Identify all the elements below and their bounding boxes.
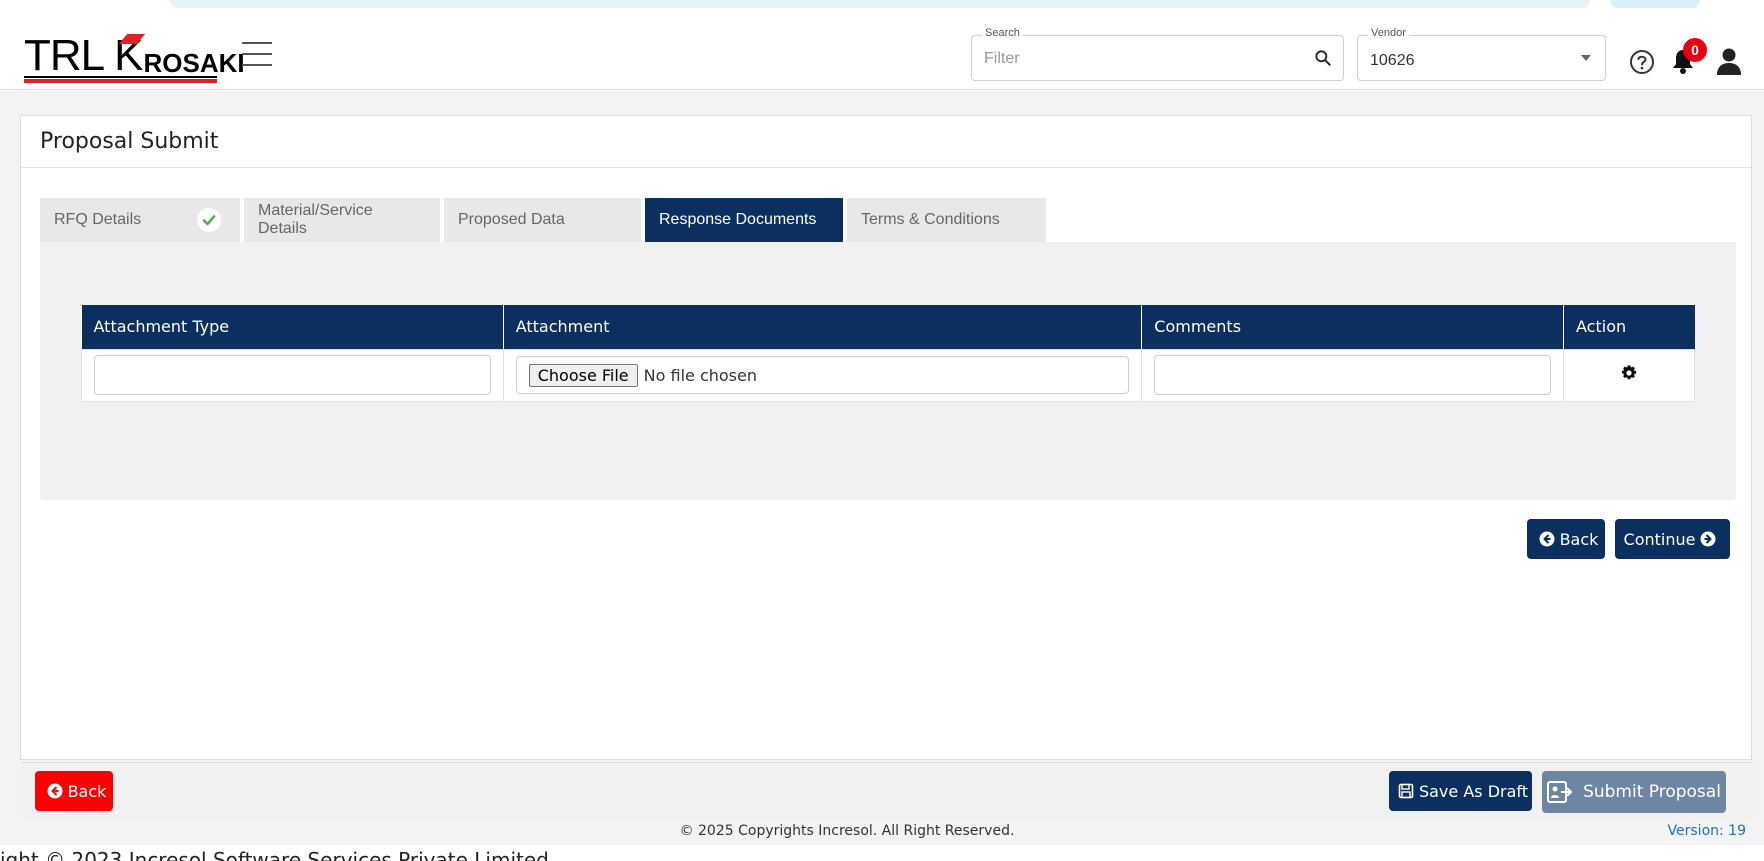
tab-label: RFQ Details: [54, 211, 142, 228]
continue-button[interactable]: Continue: [1615, 519, 1730, 559]
file-input[interactable]: Choose File No file chosen: [515, 356, 1130, 394]
search-input[interactable]: [984, 50, 1304, 68]
save-draft-label: Save As Draft: [1418, 781, 1529, 801]
arrow-left-circle-icon: [1539, 531, 1555, 547]
attachment-cell: Choose File No file chosen: [502, 348, 1143, 402]
attachment-type-cell: [81, 348, 504, 402]
help-icon[interactable]: [1628, 48, 1656, 76]
tab-label: Material/Service Details: [258, 202, 373, 237]
choose-file-button[interactable]: Choose File: [528, 363, 638, 387]
title-divider: [21, 167, 1751, 168]
copyright-text: © 2025 Copyrights Incresol. All Right Re…: [679, 823, 1015, 839]
logo-underline: [24, 76, 217, 78]
vendor-select[interactable]: Vendor 10626: [1357, 27, 1606, 81]
save-as-draft-button[interactable]: Save As Draft: [1389, 771, 1532, 811]
version-text: Version: 19: [1667, 823, 1746, 839]
column-header-attachment: Attachment: [503, 305, 1143, 349]
app-header: TRL K ROSAKI Search Vendor 10626 0: [0, 18, 1764, 90]
save-icon: [1398, 783, 1414, 799]
tab-proposed-data[interactable]: Proposed Data: [444, 198, 641, 242]
back-button-label: Back: [1559, 529, 1599, 549]
top-decoration: [1610, 0, 1700, 8]
proposal-card: Proposal Submit RFQ Details Material/Ser…: [20, 115, 1753, 818]
gear-icon[interactable]: [1620, 364, 1638, 382]
comments-input[interactable]: [1154, 355, 1552, 395]
table-header-row: Attachment Type Attachment Comments Acti…: [81, 305, 1695, 349]
check-icon: [197, 208, 222, 232]
submit-proposal-button[interactable]: Submit Proposal: [1542, 771, 1726, 813]
arrow-right-circle-icon: [1700, 531, 1716, 547]
bottom-copyright-cut: ight © 2023 Incresol Software Services P…: [0, 848, 549, 861]
submit-label: Submit Proposal: [1583, 782, 1721, 802]
back-button[interactable]: Back: [1527, 519, 1605, 559]
search-icon[interactable]: [1313, 48, 1333, 68]
tab-terms-conditions[interactable]: Terms & Conditions: [847, 198, 1046, 242]
logo-underline-accent: [24, 79, 217, 83]
logo-primary-text: TRL: [24, 31, 105, 80]
search-label: Search: [982, 27, 1023, 39]
page-title: Proposal Submit: [40, 129, 219, 154]
search-field: Search: [971, 27, 1344, 81]
tab-response-documents[interactable]: Response Documents: [645, 198, 843, 242]
logo-k-mark: K: [114, 34, 146, 78]
footer-back-button[interactable]: Back: [35, 771, 113, 811]
tab-rfq-details[interactable]: RFQ Details: [40, 198, 240, 242]
tab-bar: RFQ Details Material/Service Details Pro…: [40, 198, 1050, 242]
continue-button-label: Continue: [1623, 529, 1696, 549]
submit-icon: [1547, 781, 1573, 803]
column-header-comments: Comments: [1141, 305, 1565, 349]
tab-material-service-details[interactable]: Material/Service Details: [244, 198, 440, 242]
tab-label: Proposed Data: [458, 211, 565, 228]
hamburger-icon[interactable]: [242, 42, 272, 66]
top-strip: [0, 0, 1764, 18]
top-decoration: [170, 0, 1590, 8]
attachments-table: Attachment Type Attachment Comments Acti…: [81, 305, 1695, 402]
action-cell: [1563, 348, 1695, 402]
logo-secondary-text: ROSAKI: [143, 48, 245, 78]
tab-label: Response Documents: [659, 211, 817, 228]
column-header-attachment-type: Attachment Type: [81, 305, 504, 349]
tab-label: Terms & Conditions: [861, 211, 1000, 228]
chevron-down-icon[interactable]: [1581, 55, 1591, 61]
comments-cell: [1141, 348, 1565, 402]
notification-badge[interactable]: 0: [1683, 38, 1707, 62]
company-logo[interactable]: TRL K ROSAKI: [24, 28, 245, 80]
footer-back-label: Back: [67, 781, 107, 801]
column-header-action: Action: [1563, 305, 1695, 349]
table-row: Choose File No file chosen: [81, 348, 1695, 402]
vendor-label: Vendor: [1368, 27, 1409, 39]
file-status-text: No file chosen: [643, 365, 757, 385]
arrow-left-circle-icon: [47, 783, 63, 799]
vendor-value: 10626: [1370, 52, 1415, 69]
attachment-type-input[interactable]: [94, 355, 491, 395]
user-icon[interactable]: [1715, 46, 1743, 76]
